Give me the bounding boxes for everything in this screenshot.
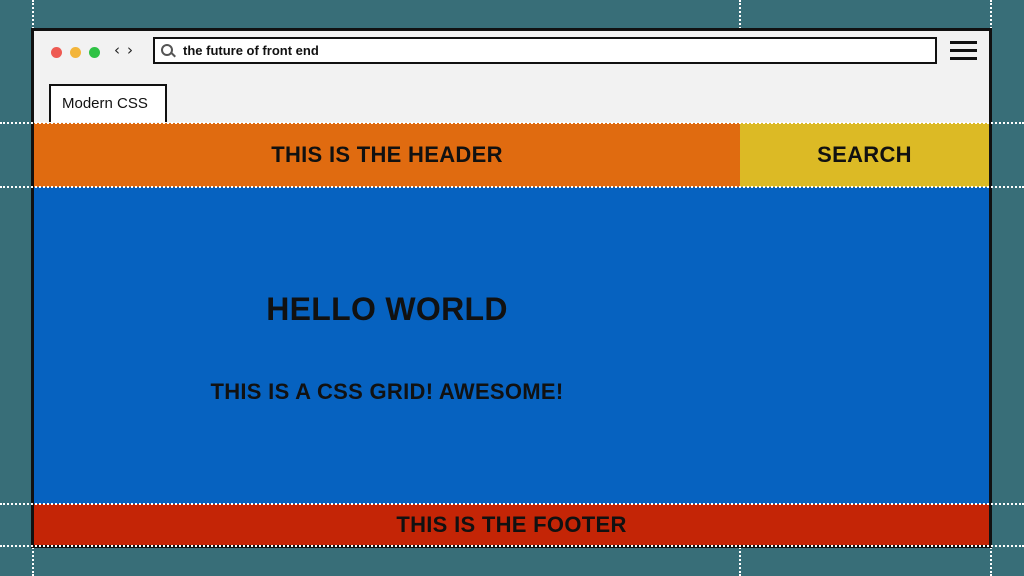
back-icon[interactable]: ‹ bbox=[114, 41, 120, 59]
grid-guide-horizontal-3 bbox=[0, 503, 1024, 505]
close-window-button[interactable] bbox=[51, 47, 62, 58]
address-bar[interactable]: the future of front end bbox=[153, 37, 937, 64]
browser-window: ‹ › the future of front end Modern CSS T… bbox=[31, 28, 992, 548]
forward-icon[interactable]: › bbox=[127, 41, 133, 59]
header-text: THIS IS THE HEADER bbox=[271, 142, 503, 167]
main-subtitle: THIS IS A CSS GRID! AWESOME! bbox=[210, 379, 564, 404]
tab-modern-css[interactable]: Modern CSS bbox=[49, 84, 167, 122]
address-bar-text: the future of front end bbox=[183, 43, 319, 58]
grid-search[interactable]: SEARCH bbox=[740, 123, 989, 187]
grid-main: HELLO WORLD THIS IS A CSS GRID! AWESOME! bbox=[34, 187, 989, 504]
footer-text: THIS IS THE FOOTER bbox=[396, 511, 627, 537]
search-icon bbox=[161, 44, 173, 56]
grid-footer: THIS IS THE FOOTER bbox=[34, 504, 989, 545]
grid-header: THIS IS THE HEADER bbox=[34, 123, 740, 187]
hamburger-menu-icon[interactable] bbox=[950, 41, 977, 61]
grid-guide-horizontal-2 bbox=[0, 186, 1024, 188]
search-text: SEARCH bbox=[817, 142, 912, 167]
maximize-window-button[interactable] bbox=[89, 47, 100, 58]
grid-guide-horizontal-4 bbox=[0, 545, 1024, 547]
minimize-window-button[interactable] bbox=[70, 47, 81, 58]
main-title: HELLO WORLD bbox=[266, 291, 508, 327]
grid-guide-horizontal-1 bbox=[0, 122, 1024, 124]
browser-titlebar: ‹ › the future of front end Modern CSS bbox=[34, 31, 989, 126]
